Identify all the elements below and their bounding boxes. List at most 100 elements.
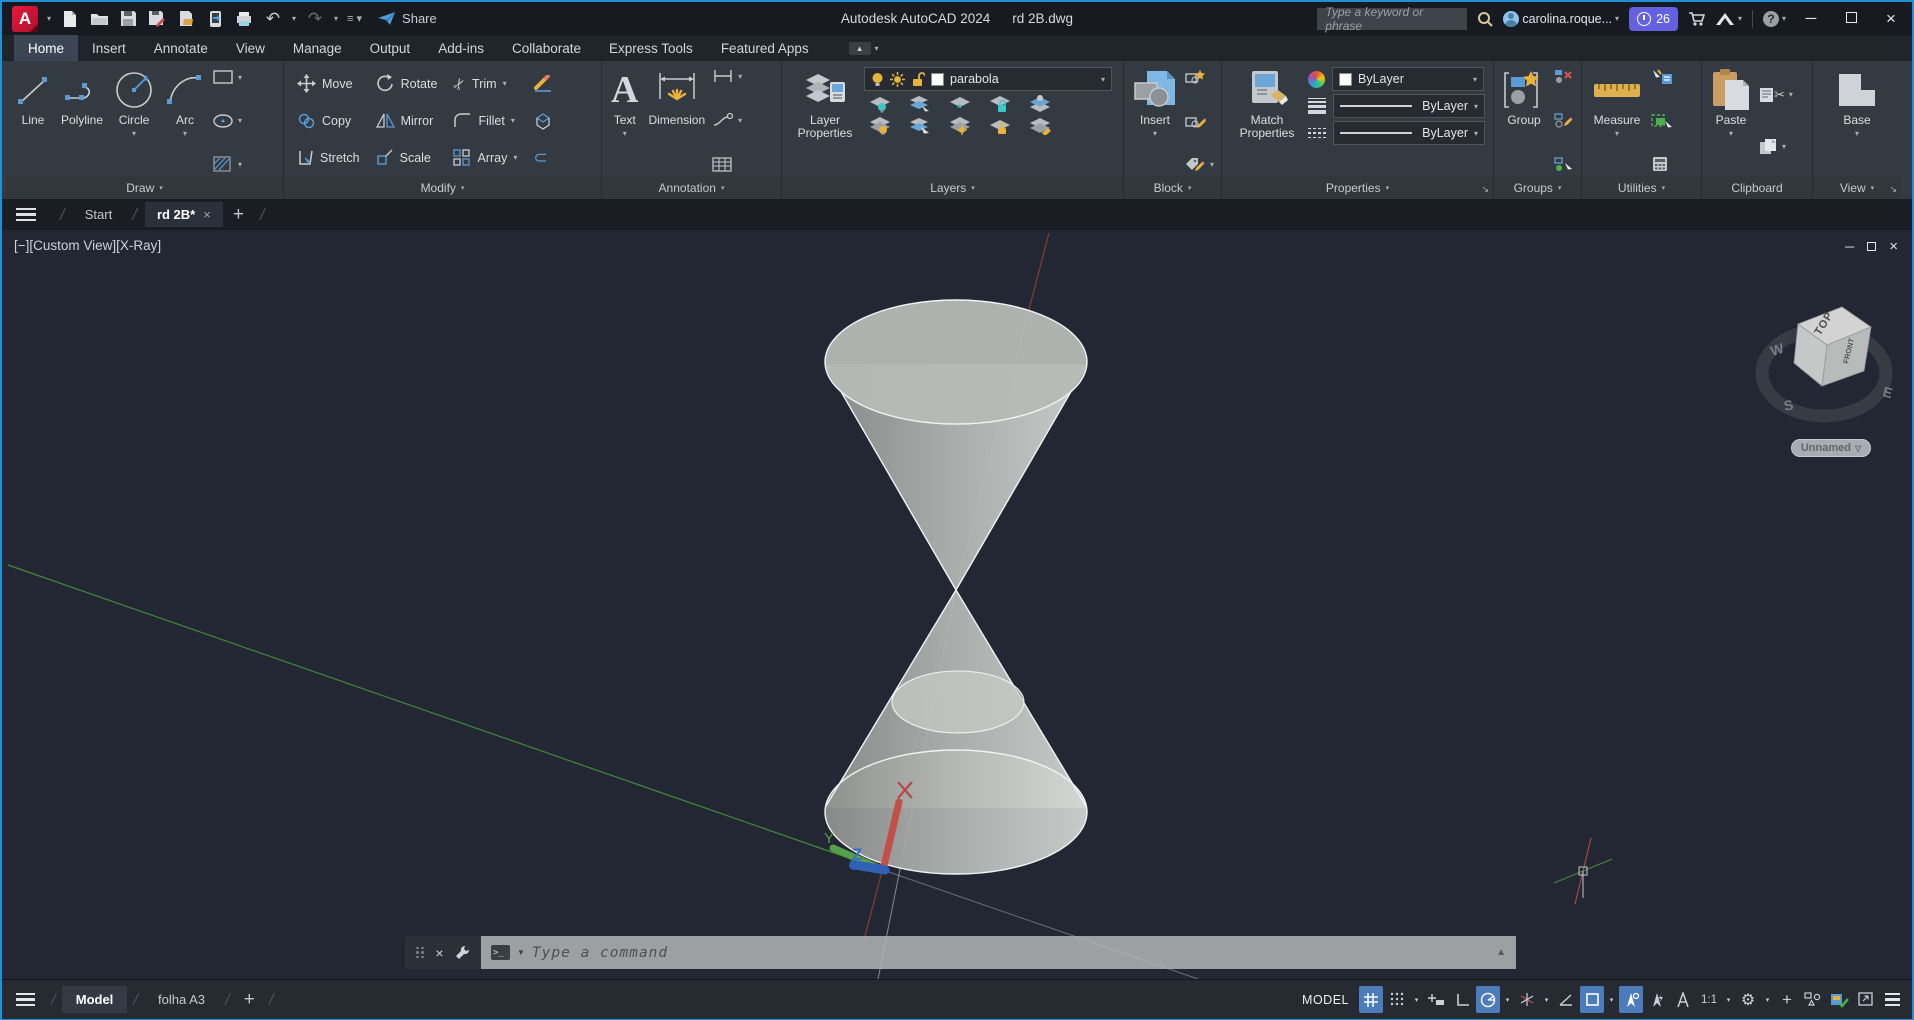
snap-toggle[interactable]: [1385, 986, 1409, 1013]
command-close-icon[interactable]: ×: [435, 945, 443, 961]
command-expand-icon[interactable]: ▲: [1496, 947, 1506, 958]
object-snap-tracking-toggle[interactable]: [1554, 986, 1578, 1013]
panel-label-block[interactable]: Block ▾: [1124, 176, 1221, 199]
redo-chevron-icon[interactable]: ▾: [334, 14, 338, 23]
object-color-combo[interactable]: ByLayer ▾: [1332, 67, 1484, 91]
paste-button[interactable]: Paste ▾: [1706, 65, 1756, 176]
viewport-close-icon[interactable]: ×: [1889, 238, 1898, 255]
leader-button[interactable]: ▾: [712, 113, 742, 127]
hatch-button[interactable]: ▾: [212, 156, 242, 172]
overkill-button[interactable]: ⊂: [530, 147, 556, 169]
lineweight-combo[interactable]: ByLayer ▾: [1333, 94, 1485, 118]
arc-chevron-icon[interactable]: ▾: [183, 129, 187, 138]
ellipse-button[interactable]: ▾: [212, 113, 242, 129]
scale-button[interactable]: Scale: [373, 148, 441, 167]
dim-linear-button[interactable]: ▾: [712, 69, 742, 83]
circle-button[interactable]: Circle ▾: [108, 65, 160, 176]
circle-chevron-icon[interactable]: ▾: [132, 129, 136, 138]
redo-icon[interactable]: ↷: [305, 9, 325, 29]
panel-label-layers[interactable]: Layers ▾: [782, 176, 1123, 199]
copy-clip-button[interactable]: ▾: [1758, 138, 1793, 155]
workspace-switching-button[interactable]: ⚙: [1736, 986, 1760, 1013]
isolate-objects-button[interactable]: [1801, 986, 1825, 1013]
command-input[interactable]: >_ ▼ Type a command ▲: [481, 936, 1516, 969]
polyline-button[interactable]: Polyline: [56, 65, 108, 176]
layer-on-button[interactable]: [868, 117, 894, 135]
notification-badge[interactable]: 26: [1629, 6, 1678, 31]
new-file-icon[interactable]: [60, 9, 80, 29]
model-tab[interactable]: Model: [61, 986, 128, 1013]
maximize-button[interactable]: [1836, 10, 1866, 27]
layout-menu-icon[interactable]: [16, 992, 35, 1007]
file-tab-menu-icon[interactable]: [16, 207, 36, 222]
ortho-toggle[interactable]: [1450, 986, 1474, 1013]
annotation-scale-button[interactable]: [1671, 986, 1695, 1013]
insert-button[interactable]: Insert ▾: [1128, 65, 1182, 176]
panel-label-modify[interactable]: Modify ▾: [284, 176, 601, 199]
layer-unlock-button[interactable]: [988, 117, 1014, 135]
mirror-button[interactable]: Mirror: [373, 111, 441, 130]
command-line-handle[interactable]: ×: [405, 936, 481, 969]
tab-home[interactable]: Home: [14, 35, 79, 61]
app-store-cart-icon[interactable]: [1688, 11, 1705, 27]
command-recent-chevron-icon[interactable]: ▼: [517, 948, 525, 957]
cut-button[interactable]: ✂ ▾: [1758, 87, 1793, 103]
customization-plus-button[interactable]: +: [1775, 986, 1799, 1013]
layer-properties-button[interactable]: Layer Properties: [786, 65, 864, 176]
close-button[interactable]: ×: [1876, 9, 1906, 29]
erase-button[interactable]: [530, 74, 556, 94]
annotation-autoscale-toggle[interactable]: [1645, 986, 1669, 1013]
match-properties-button[interactable]: Match Properties: [1226, 65, 1308, 176]
fillet-button[interactable]: Fillet ▾: [450, 111, 520, 130]
move-button[interactable]: Move: [294, 73, 363, 94]
file-tab-close-icon[interactable]: ×: [203, 207, 211, 222]
base-button[interactable]: Base ▾: [1830, 65, 1884, 176]
undo-icon[interactable]: ↶: [263, 9, 283, 29]
edit-attributes-button[interactable]: ▾: [1184, 156, 1214, 172]
viewport-controls-label[interactable]: [−][Custom View][X-Ray]: [14, 238, 161, 253]
view-name-button[interactable]: Unnamed ▽: [1791, 439, 1871, 457]
tab-express-tools[interactable]: Express Tools: [595, 35, 707, 61]
measure-button[interactable]: Measure ▾: [1586, 65, 1648, 176]
open-from-mobile-icon[interactable]: [176, 9, 196, 29]
layer-off-button[interactable]: [868, 95, 894, 113]
save-to-mobile-icon[interactable]: [205, 9, 225, 29]
user-account-button[interactable]: carolina.roque... ▾: [1503, 10, 1619, 27]
array-button[interactable]: Array ▾: [450, 148, 520, 167]
minimize-button[interactable]: ─: [1796, 10, 1826, 27]
new-layout-button[interactable]: +: [244, 989, 255, 1011]
rotate-button[interactable]: Rotate: [373, 73, 441, 94]
search-input[interactable]: Type a keyword or phrase: [1317, 5, 1468, 33]
autodesk-logo-icon[interactable]: ▾: [1715, 12, 1742, 26]
model-space-label[interactable]: MODEL: [1302, 993, 1349, 1007]
ungroup-button[interactable]: [1552, 69, 1574, 84]
panel-label-properties[interactable]: Properties ▾ ↘: [1222, 176, 1493, 199]
polar-chevron-icon[interactable]: ▾: [1502, 986, 1513, 1013]
properties-dialog-launcher-icon[interactable]: ↘: [1481, 184, 1489, 195]
app-menu-chevron-icon[interactable]: ▾: [47, 14, 51, 23]
tab-annotate[interactable]: Annotate: [140, 35, 222, 61]
tab-addins[interactable]: Add-ins: [424, 35, 498, 61]
panel-label-groups[interactable]: Groups ▾: [1494, 176, 1581, 199]
plot-icon[interactable]: [234, 9, 254, 29]
line-button[interactable]: Line: [10, 65, 56, 176]
workspace-chevron-icon[interactable]: ▾: [1762, 986, 1773, 1013]
annotation-scale-value[interactable]: 1:1: [1697, 986, 1721, 1013]
layer-lock-button[interactable]: [988, 95, 1014, 113]
ribbon-collapse-button[interactable]: ▲: [848, 41, 871, 55]
insert-chevron-icon[interactable]: ▾: [1153, 129, 1157, 138]
tab-manage[interactable]: Manage: [279, 35, 356, 61]
layer-isolate-button[interactable]: [908, 95, 934, 113]
text-button[interactable]: A Text ▾: [606, 65, 643, 176]
arc-button[interactable]: Arc ▾: [160, 65, 210, 176]
tab-output[interactable]: Output: [356, 35, 425, 61]
ribbon-collapse-chevron-icon[interactable]: ▾: [875, 44, 879, 53]
tab-collaborate[interactable]: Collaborate: [498, 35, 595, 61]
layer-make-current-button[interactable]: [1028, 95, 1054, 113]
share-button[interactable]: Share: [377, 11, 437, 26]
drawing-canvas[interactable]: Y Z W S E TOP FRONT [−][Custom View][X-R…: [2, 230, 1912, 979]
layer-unisolate-button[interactable]: [908, 117, 934, 135]
measure-chevron-icon[interactable]: ▾: [1615, 129, 1619, 138]
object-snap-chevron-icon[interactable]: ▾: [1606, 986, 1617, 1013]
tab-featured-apps[interactable]: Featured Apps: [707, 35, 823, 61]
